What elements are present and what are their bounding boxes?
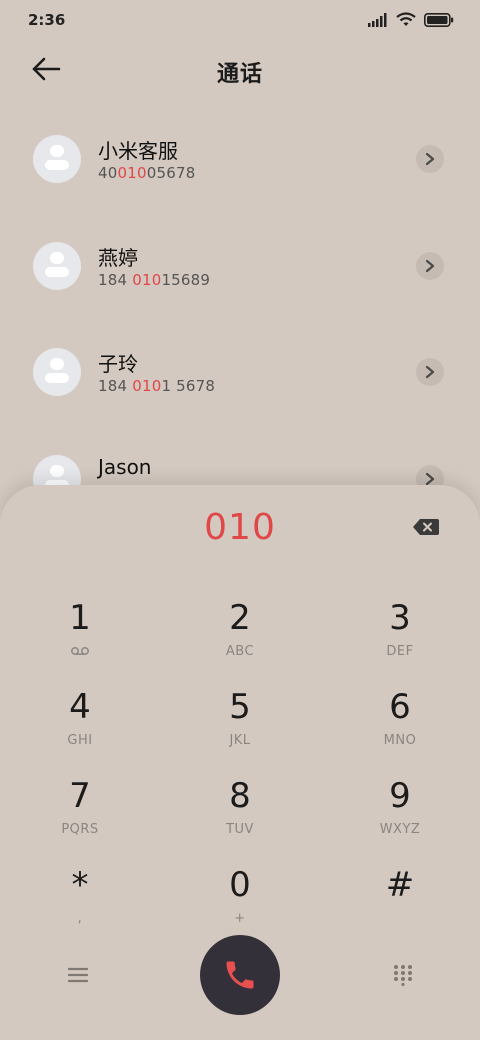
contact-name: 子玲 [98,352,138,376]
contact-row[interactable]: 燕婷 184 01015689 [0,211,480,311]
key-hash[interactable]: # [345,857,455,937]
key-4[interactable]: 4 GHI [25,679,135,759]
contact-number: 4001005678 [98,164,196,182]
chevron-right-icon [425,365,435,379]
status-time: 2:36 [28,11,66,29]
phone-icon [226,961,254,989]
signal-icon [368,12,387,27]
key-8[interactable]: 8 TUV [185,768,295,848]
chevron-right-icon [425,259,435,273]
match-highlight: 010 [132,377,162,395]
match-highlight: 010 [117,164,147,182]
voicemail-icon [71,647,89,655]
contact-detail-button[interactable] [416,358,444,386]
page-title: 通话 [216,62,263,87]
key-9[interactable]: 9 WXYZ [345,768,455,848]
contact-name: 小米客服 [98,139,178,163]
call-button[interactable] [200,935,280,1015]
avatar [33,242,81,290]
menu-icon [67,967,89,983]
dialpad-icon [394,965,412,987]
chevron-right-icon [425,472,435,486]
status-icons [368,12,454,27]
dialpad-panel: 010 1 2 ABC 3 DEF 4 GHI 5 JKL 6 MNO 7 PQ… [0,485,480,1040]
backspace-button[interactable] [412,517,440,537]
contact-name: 燕婷 [98,246,138,270]
key-star[interactable]: * , [25,857,135,937]
contact-number: 184 0101 5678 [98,377,216,395]
contact-detail-button[interactable] [416,252,444,280]
contact-row[interactable]: 小米客服 4001005678 [0,104,480,204]
chevron-right-icon [425,152,435,166]
key-7[interactable]: 7 PQRS [25,768,135,848]
battery-icon [424,12,454,27]
contact-number: 184 01015689 [98,271,211,289]
dialed-number: 010 [204,507,276,548]
menu-button[interactable] [66,965,90,985]
backspace-icon [413,519,439,535]
key-5[interactable]: 5 JKL [185,679,295,759]
contact-detail-button[interactable] [416,145,444,173]
key-1[interactable]: 1 [25,590,135,670]
status-bar: 2:36 [0,0,480,40]
contact-name: Jason [98,455,152,479]
key-6[interactable]: 6 MNO [345,679,455,759]
header: 通话 [0,44,480,96]
wifi-icon [396,12,416,26]
key-3[interactable]: 3 DEF [345,590,455,670]
contact-row[interactable]: 子玲 184 0101 5678 [0,317,480,417]
avatar [33,348,81,396]
avatar [33,135,81,183]
key-2[interactable]: 2 ABC [185,590,295,670]
key-0[interactable]: 0 + [185,857,295,937]
keypad-toggle-button[interactable] [392,964,414,987]
match-highlight: 010 [132,271,162,289]
